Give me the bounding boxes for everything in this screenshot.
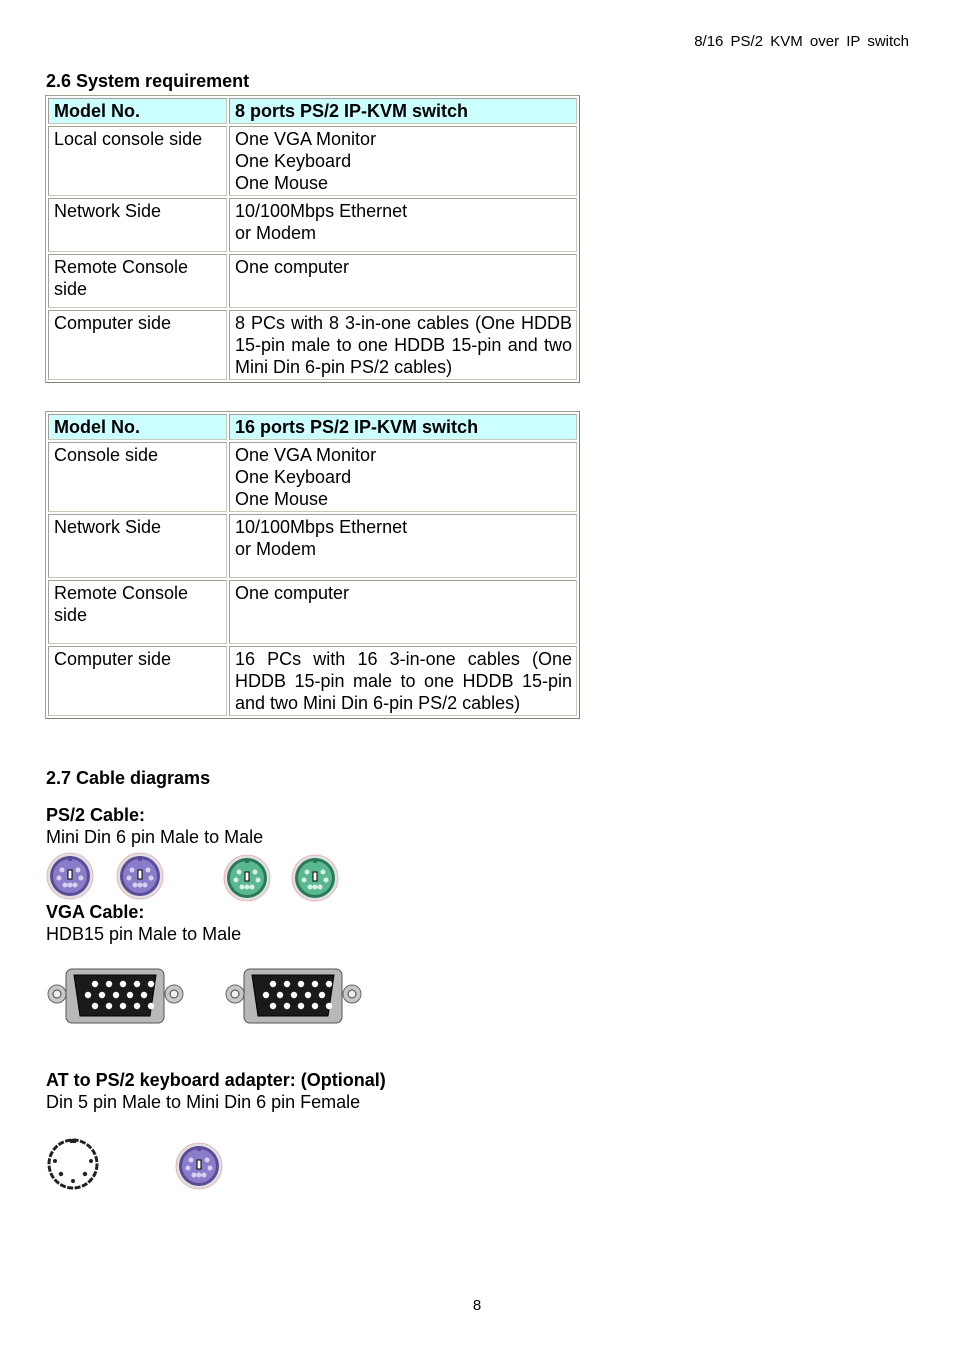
row-label: Remote Console side [48,580,227,644]
page-header: 8/16 PS/2 KVM over IP switch [694,33,909,50]
value-line: One VGA Monitor [235,445,377,465]
header-cell: 16 ports PS/2 IP-KVM switch [229,414,577,440]
row-label: Network Side [48,514,227,578]
vga-connector-icon [225,968,362,1024]
table-row: Computer side 8 PCs with 8 3-in-one cabl… [48,310,577,380]
value-line: 10/100Mbps Ethernet [235,201,408,221]
header-cell: Model No. [48,98,227,124]
table-row: Local console side One VGA Monitor One K… [48,126,577,196]
ps2-green-connector-icon [291,854,339,902]
value-line: One Mouse [235,173,329,193]
value-line: One computer [235,257,350,277]
row-value: 10/100Mbps Ethernet or Modem [229,198,577,252]
table-row: Computer side 16 PCs with 16 3-in-one ca… [48,646,577,716]
din5-connector-icon [47,1138,99,1190]
row-value: One VGA Monitor One Keyboard One Mouse [229,126,577,196]
requirements-table-8-port: Model No. 8 ports PS/2 IP-KVM switch Loc… [45,95,580,383]
table-header-row: Model No. 16 ports PS/2 IP-KVM switch [48,414,577,440]
value-line: One Keyboard [235,151,352,171]
row-label: Computer side [48,646,227,716]
section-title-system-requirement: 2.6 System requirement [46,71,250,91]
value-line: 10/100Mbps Ethernet [235,517,408,537]
value-line: One Keyboard [235,467,352,487]
row-label: Local console side [48,126,227,196]
row-value: 10/100Mbps Ethernet or Modem [229,514,577,578]
row-label: Remote Console side [48,254,227,308]
row-value: One VGA Monitor One Keyboard One Mouse [229,442,577,512]
at-adapter-desc: Din 5 pin Male to Mini Din 6 pin Female [46,1092,361,1112]
vga-connector-icon [47,968,184,1024]
ps2-cable-desc: Mini Din 6 pin Male to Male [46,827,264,847]
value-line: One computer [235,583,350,603]
row-value: 16 PCs with 16 3-in-one cables (One HDDB… [229,646,577,716]
ps2-cable-title: PS/2 Cable: [46,805,146,825]
requirements-table-16-port: Model No. 16 ports PS/2 IP-KVM switch Co… [45,411,580,719]
table-row: Remote Console side One computer [48,254,577,308]
row-value: One computer [229,580,577,644]
ps2-purple-connector-icon [175,1142,223,1190]
vga-cable-desc: HDB15 pin Male to Male [46,924,242,944]
row-label: Console side [48,442,227,512]
header-cell: Model No. [48,414,227,440]
at-adapter-title: AT to PS/2 keyboard adapter: (Optional) [46,1070,386,1090]
ps2-green-connector-icon [223,854,271,902]
value-line: or Modem [235,539,317,559]
row-label: Network Side [48,198,227,252]
ps2-purple-connector-icon [116,852,164,900]
table-row: Network Side 10/100Mbps Ethernet or Mode… [48,198,577,252]
row-label: Computer side [48,310,227,380]
page-number: 8 [472,1297,482,1314]
header-cell: 8 ports PS/2 IP-KVM switch [229,98,577,124]
table-row: Remote Console side One computer [48,580,577,644]
value-line: One Mouse [235,489,329,509]
value-line: or Modem [235,223,317,243]
row-value: 8 PCs with 8 3-in-one cables (One HDDB 1… [229,310,577,380]
table-row: Console side One VGA Monitor One Keyboar… [48,442,577,512]
row-value: One computer [229,254,577,308]
value-line: One VGA Monitor [235,129,377,149]
section-title-cable-diagrams: 2.7 Cable diagrams [46,768,211,788]
ps2-purple-connector-icon [46,852,94,900]
table-row: Network Side 10/100Mbps Ethernet or Mode… [48,514,577,578]
table-header-row: Model No. 8 ports PS/2 IP-KVM switch [48,98,577,124]
vga-cable-title: VGA Cable: [46,902,145,922]
